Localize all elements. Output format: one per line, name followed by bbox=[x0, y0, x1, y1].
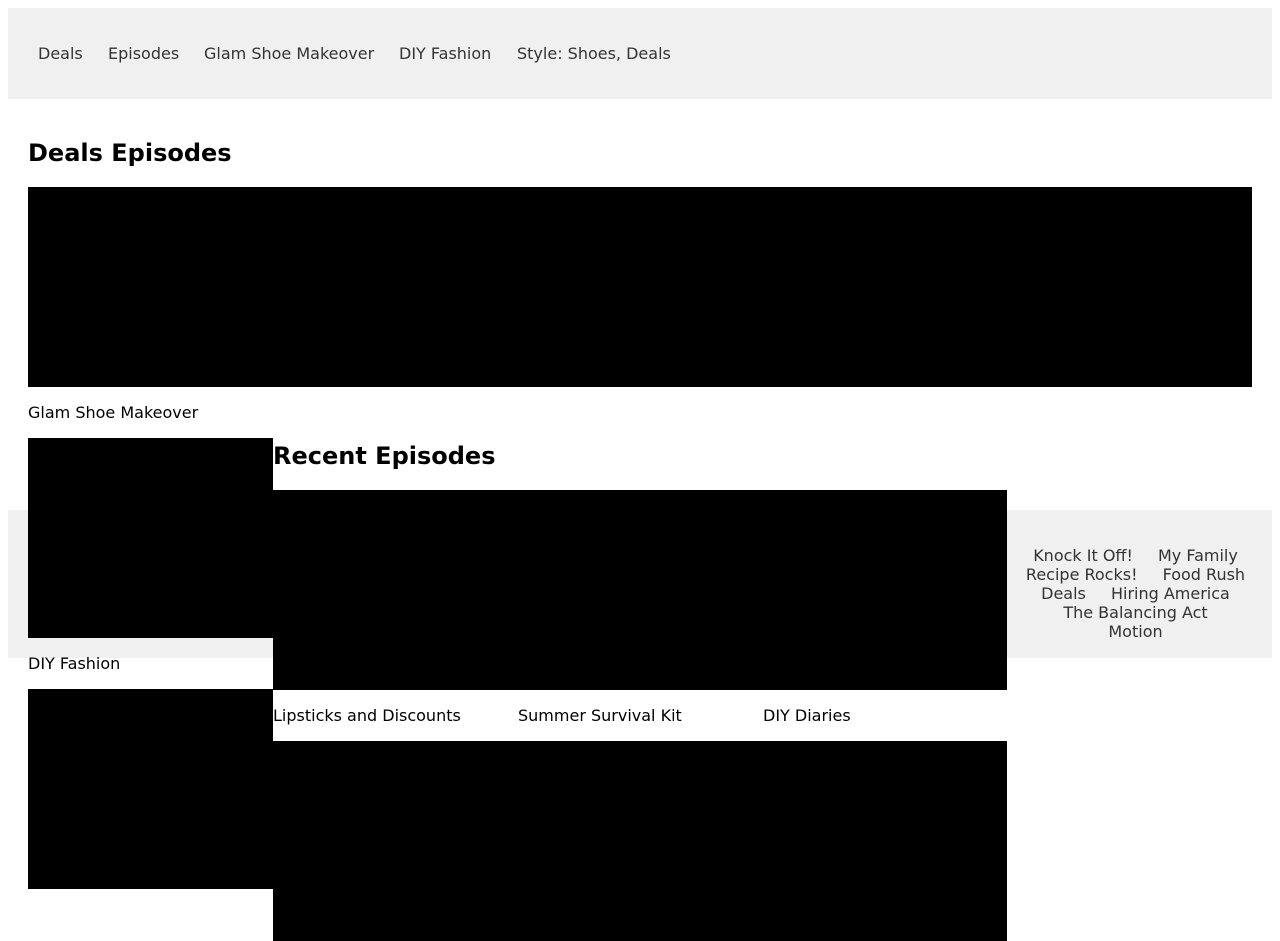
deals-item-label[interactable]: Glam Shoe Makeover bbox=[28, 403, 198, 422]
recent-episodes-heading: Recent Episodes bbox=[273, 442, 496, 470]
recent-item-label[interactable]: DIY Diaries bbox=[763, 706, 851, 725]
nav-link-deals[interactable]: Deals bbox=[38, 44, 83, 63]
recent-item-label[interactable]: Summer Survival Kit bbox=[518, 706, 682, 725]
deals-featured-thumbnail[interactable] bbox=[28, 187, 1252, 387]
recent-item-label[interactable]: Lipsticks and Discounts bbox=[273, 706, 461, 725]
deals-item-label[interactable]: DIY Fashion bbox=[28, 654, 120, 673]
nav-link-style-shoes-deals[interactable]: Style: Shoes, Deals bbox=[517, 44, 671, 63]
top-navigation: Deals Episodes Glam Shoe Makeover DIY Fa… bbox=[8, 8, 1272, 99]
footer-link-balancing-act[interactable]: The Balancing Act bbox=[1063, 603, 1207, 622]
footer-link-motion[interactable]: Motion bbox=[1108, 622, 1162, 641]
nav-link-diy-fashion[interactable]: DIY Fashion bbox=[399, 44, 491, 63]
deals-episodes-heading: Deals Episodes bbox=[28, 139, 232, 167]
footer-link-food-rush[interactable]: Food Rush bbox=[1163, 565, 1245, 584]
recent-item-thumbnail[interactable] bbox=[273, 741, 1007, 941]
footer-link-hiring-america[interactable]: Hiring America bbox=[1111, 584, 1230, 603]
nav-link-episodes[interactable]: Episodes bbox=[108, 44, 179, 63]
footer-link-my-family[interactable]: My Family bbox=[1158, 546, 1238, 565]
deals-item-thumbnail[interactable] bbox=[28, 438, 273, 638]
nav-link-glam-shoe-makeover[interactable]: Glam Shoe Makeover bbox=[204, 44, 374, 63]
footer-link-deals[interactable]: Deals bbox=[1041, 584, 1086, 603]
footer-link-recipe-rocks[interactable]: Recipe Rocks! bbox=[1026, 565, 1138, 584]
footer-links: Knock It Off! My Family Recipe Rocks! Fo… bbox=[1015, 546, 1256, 641]
deals-item-thumbnail[interactable] bbox=[28, 689, 273, 889]
footer-link-knock-it-off[interactable]: Knock It Off! bbox=[1033, 546, 1133, 565]
recent-featured-thumbnail[interactable] bbox=[273, 490, 1007, 690]
